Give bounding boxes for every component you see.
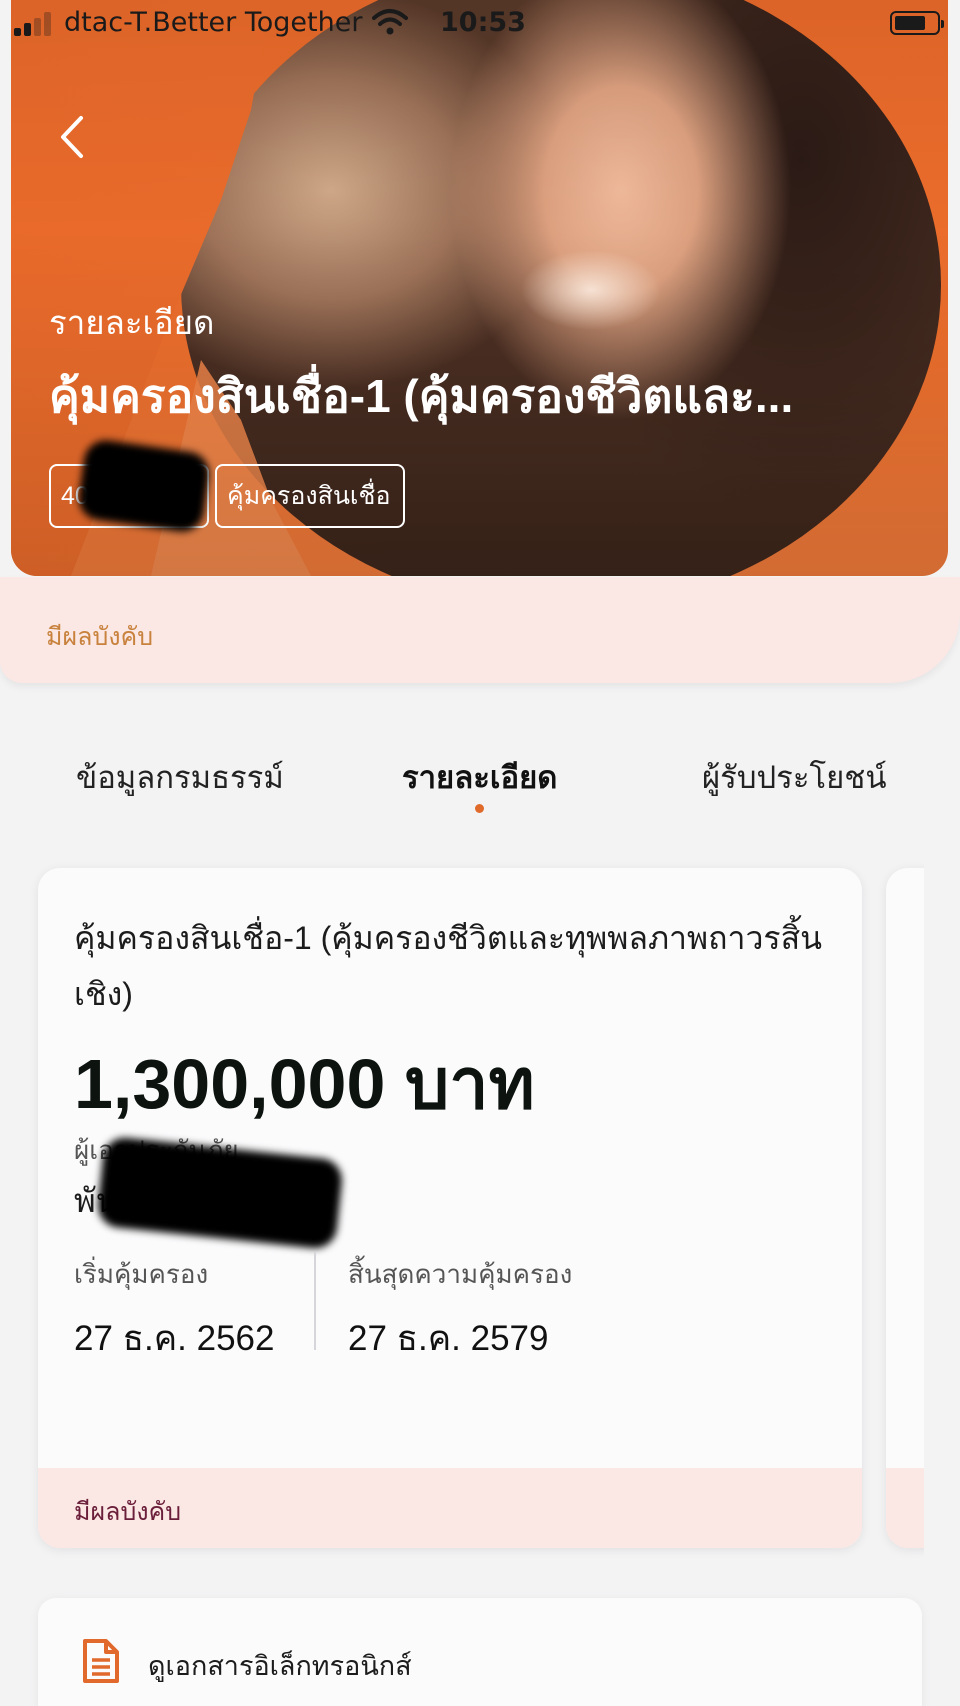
policy-detail-screen: รายละเอียด คุ้มครองสินเชื่อ-1 (คุ้มครองช… [0, 0, 960, 1706]
date-divider [314, 1252, 316, 1350]
status-bar: dtac-T.Better Together 10:53 [0, 0, 960, 48]
start-label: เริ่มคุ้มครอง [74, 1259, 209, 1289]
hero-subtitle: รายละเอียด [49, 304, 215, 341]
detail-tabs: ข้อมูลกรมธรรม์ รายละเอียด ผู้รับประโยชน์ [0, 740, 960, 830]
redaction-mark [95, 1135, 345, 1251]
coverage-status-strip: มีผลบังคับ [38, 1468, 862, 1548]
active-tab-indicator [475, 804, 484, 813]
hero-banner: รายละเอียด คุ้มครองสินเชื่อ-1 (คุ้มครองช… [11, 0, 948, 576]
coverage-amount: 1,300,000 บาท [74, 1045, 535, 1123]
tab-policy-info[interactable]: ข้อมูลกรมธรรม์ [76, 752, 284, 802]
coverage-end: สิ้นสุดความคุ้มครอง 27 ธ.ค. 2579 [348, 1254, 572, 1366]
coverage-card[interactable]: คุ้มครองสินเชื่อ-1 (คุ้มครองชีวิตและทุพพ… [38, 868, 862, 1548]
policy-status-strip: มีผลบังคับ [0, 577, 960, 683]
clock: 10:53 [440, 7, 526, 38]
tab-beneficiaries[interactable]: ผู้รับประโยชน์ [702, 752, 887, 802]
carrier-name: dtac-T.Better Together [64, 7, 363, 38]
e-document-label: ดูเอกสารอิเล็กทรอนิกส์ [148, 1651, 412, 1681]
wifi-icon [372, 9, 408, 35]
policy-type: คุ้มครองสินเชื่อ [227, 482, 391, 510]
coverage-status: มีผลบังคับ [74, 1498, 182, 1526]
policy-type-chip: คุ้มครองสินเชื่อ [215, 464, 405, 528]
tab-details[interactable]: รายละเอียด [402, 752, 557, 802]
start-date: 27 ธ.ค. 2562 [74, 1319, 275, 1358]
document-icon [83, 1639, 119, 1683]
coverage-start: เริ่มคุ้มครอง 27 ธ.ค. 2562 [74, 1254, 274, 1366]
e-document-button[interactable]: ดูเอกสารอิเล็กทรอนิกส์ [38, 1598, 922, 1706]
end-date: 27 ธ.ค. 2579 [348, 1319, 549, 1358]
coverage-name: คุ้มครองสินเชื่อ-1 (คุ้มครองชีวิตและทุพพ… [74, 920, 822, 1012]
policy-status: มีผลบังคับ [46, 623, 154, 651]
chevron-left-icon [61, 116, 83, 158]
end-label: สิ้นสุดความคุ้มครอง [348, 1259, 573, 1289]
hero-title: คุ้มครองสินเชื่อ-1 (คุ้มครองชีวิตและ... [49, 370, 794, 422]
back-button[interactable] [53, 112, 93, 162]
signal-icon [14, 10, 56, 36]
battery-icon [890, 11, 944, 35]
